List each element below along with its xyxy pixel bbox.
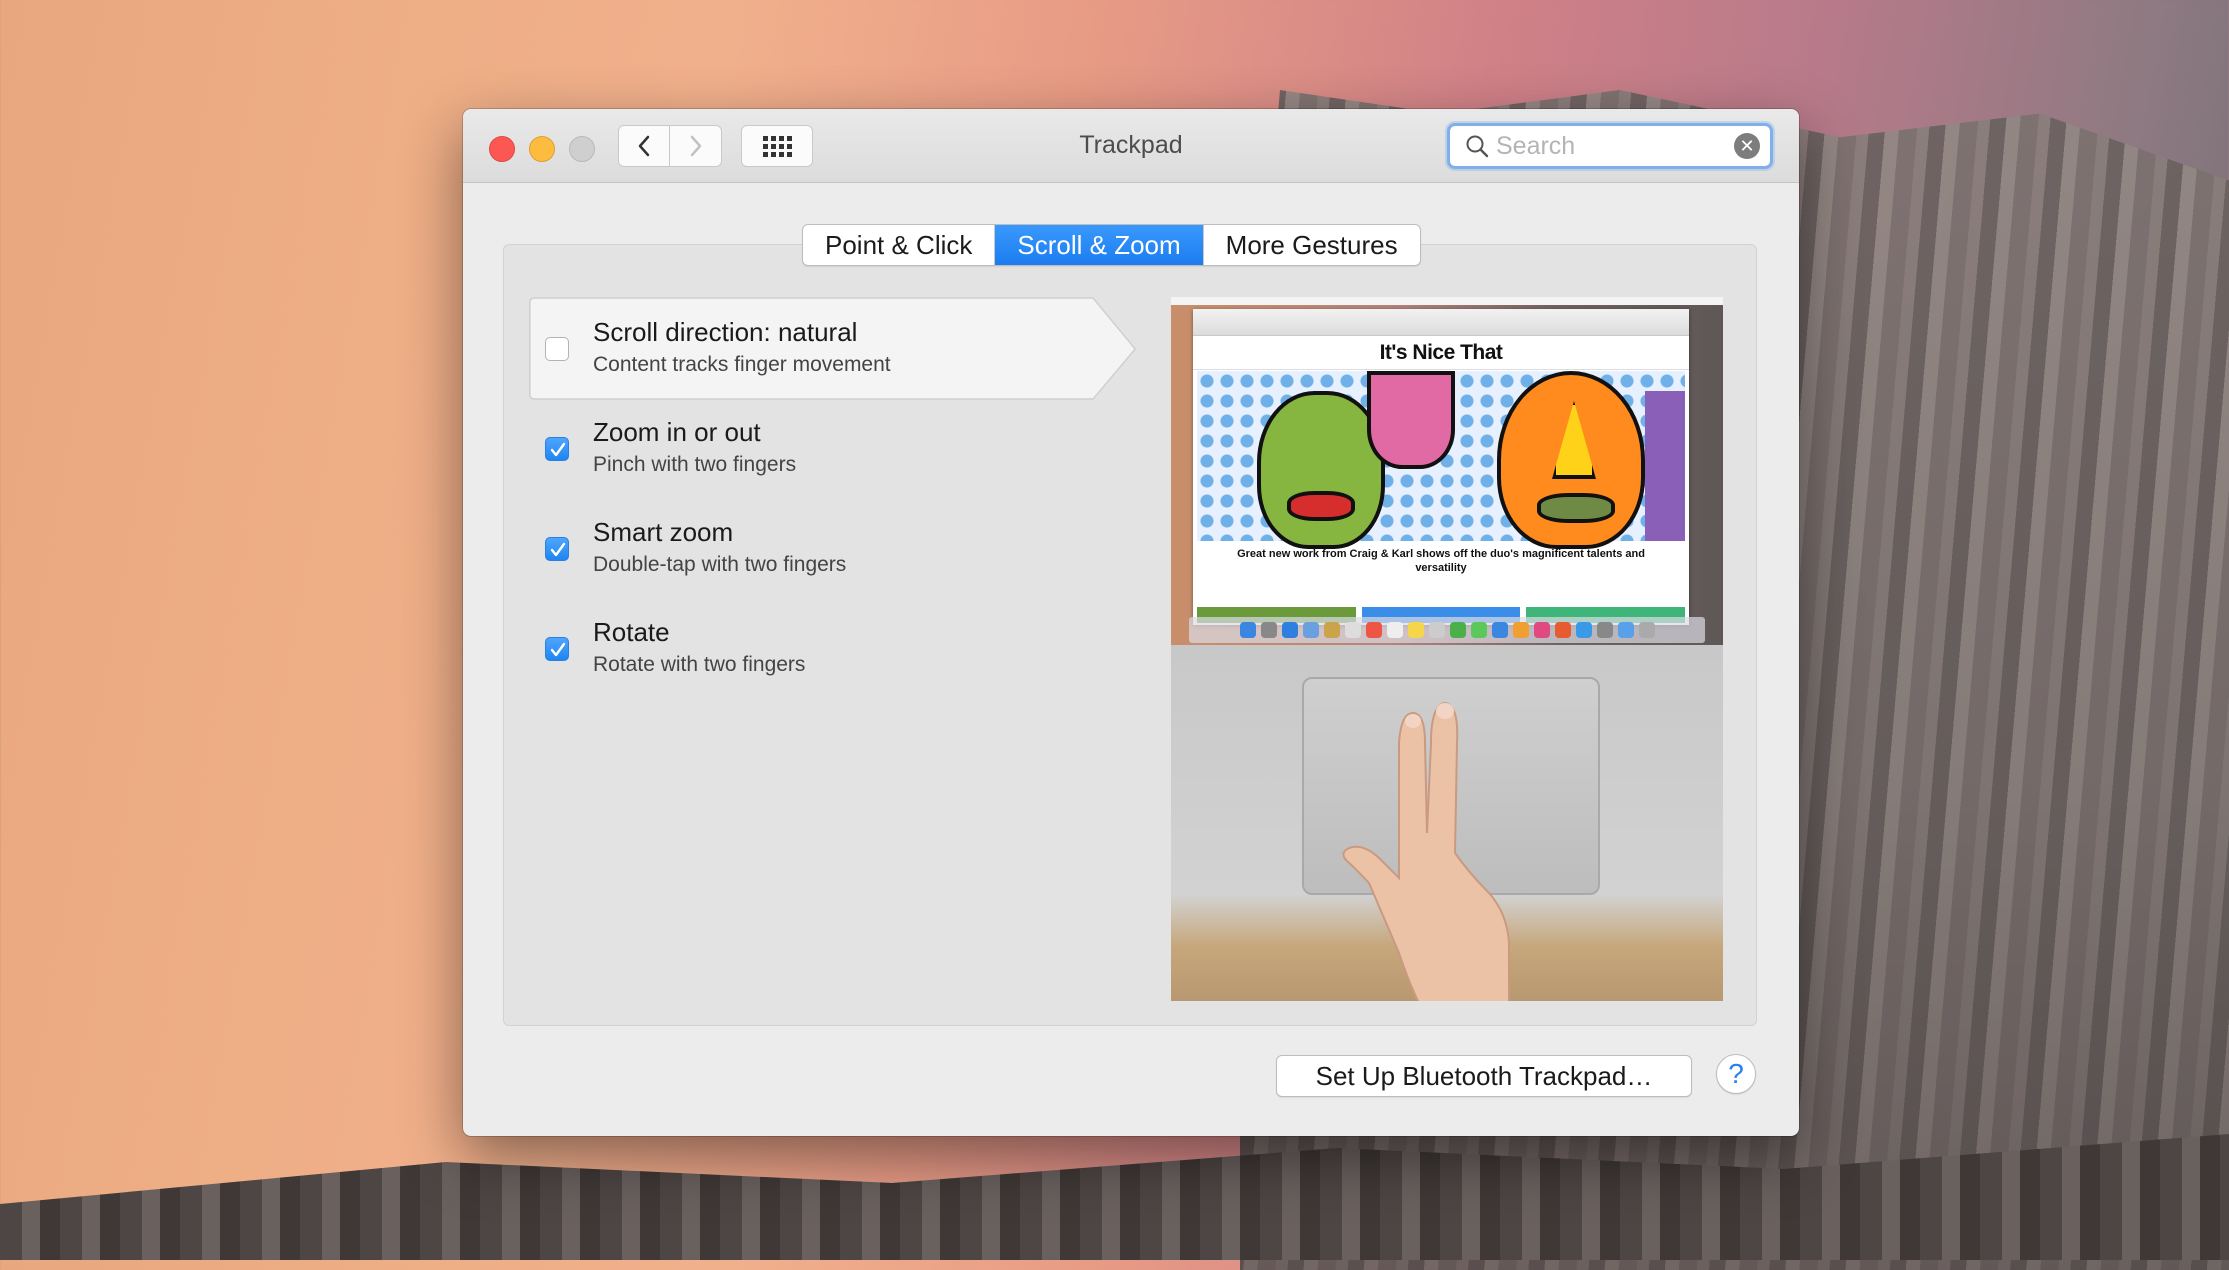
preview-browser-window: It's Nice That Great new work from Craig… xyxy=(1193,309,1689,625)
preview-screen: It's Nice That Great new work from Craig… xyxy=(1171,297,1723,645)
search-field[interactable]: ✕ xyxy=(1447,123,1773,169)
option-rotate[interactable]: Rotate Rotate with two fingers xyxy=(523,603,1113,709)
option-subtitle: Pinch with two fingers xyxy=(593,453,797,476)
zoom-in-out-checkbox[interactable] xyxy=(545,437,569,461)
tab-bar: Point & Click Scroll & Zoom More Gesture… xyxy=(802,224,1421,266)
checkmark-icon xyxy=(550,642,566,657)
preview-browser-toolbar xyxy=(1193,309,1689,336)
help-button[interactable]: ? xyxy=(1716,1054,1756,1094)
option-subtitle: Double-tap with two fingers xyxy=(593,553,847,576)
preview-site-logo: It's Nice That xyxy=(1379,341,1503,364)
hand-icon xyxy=(1342,701,1510,1001)
option-scroll-direction[interactable]: Scroll direction: natural Content tracks… xyxy=(523,297,1137,403)
rotate-checkbox[interactable] xyxy=(545,637,569,661)
smart-zoom-checkbox[interactable] xyxy=(545,537,569,561)
option-title: Smart zoom xyxy=(593,517,734,547)
option-subtitle: Content tracks finger movement xyxy=(593,353,891,376)
preview-article-caption: Great new work from Craig & Karl shows o… xyxy=(1237,548,1645,574)
preview-trackpad-scene xyxy=(1171,645,1723,1001)
option-title: Zoom in or out xyxy=(593,417,761,447)
trackpad-preferences-window: Trackpad ✕ Point & Click Scroll & Zoom M… xyxy=(463,109,1799,1136)
search-input[interactable] xyxy=(1496,131,1726,161)
option-smart-zoom[interactable]: Smart zoom Double-tap with two fingers xyxy=(523,503,1113,609)
preview-site-header: It's Nice That xyxy=(1193,337,1689,370)
setup-bluetooth-trackpad-button[interactable]: Set Up Bluetooth Trackpad… xyxy=(1276,1055,1692,1097)
preview-menubar xyxy=(1171,297,1723,305)
clear-icon[interactable]: ✕ xyxy=(1734,133,1760,159)
titlebar: Trackpad ✕ xyxy=(463,109,1799,183)
gesture-preview-video: It's Nice That Great new work from Craig… xyxy=(1171,297,1723,1001)
option-title: Rotate xyxy=(593,617,670,647)
tab-more-gestures[interactable]: More Gestures xyxy=(1204,225,1420,265)
checkmark-icon xyxy=(550,542,566,557)
selection-highlight xyxy=(529,297,1137,400)
preview-dock xyxy=(1189,617,1705,643)
scroll-direction-checkbox[interactable] xyxy=(545,337,569,361)
checkmark-icon xyxy=(550,442,566,457)
tab-point-and-click[interactable]: Point & Click xyxy=(803,225,996,265)
search-icon xyxy=(1466,135,1489,158)
option-zoom-in-out[interactable]: Zoom in or out Pinch with two fingers xyxy=(523,403,1113,509)
option-title: Scroll direction: natural xyxy=(593,317,858,347)
preview-artwork xyxy=(1197,371,1685,549)
tab-scroll-and-zoom[interactable]: Scroll & Zoom xyxy=(995,225,1204,265)
option-subtitle: Rotate with two fingers xyxy=(593,653,806,676)
